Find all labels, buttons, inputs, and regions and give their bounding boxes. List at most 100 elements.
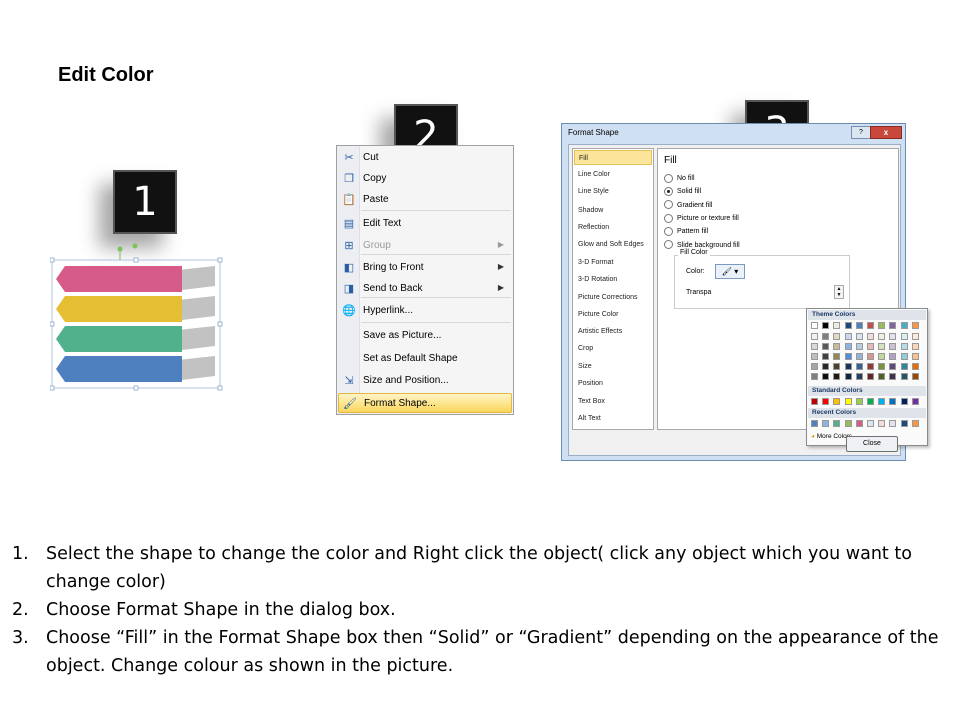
color-swatch[interactable] (900, 353, 908, 360)
nav-fill[interactable]: Fill (574, 150, 652, 165)
color-swatch[interactable] (811, 353, 818, 360)
color-swatch[interactable] (911, 322, 919, 329)
color-swatch[interactable] (844, 322, 852, 329)
color-swatch[interactable] (811, 333, 818, 340)
color-swatch[interactable] (844, 343, 852, 350)
menu-item-edit-text[interactable]: ▤ Edit Text (338, 214, 512, 234)
color-swatch[interactable] (811, 363, 818, 370)
color-swatch[interactable] (867, 343, 874, 350)
color-swatch[interactable] (811, 373, 818, 380)
nav-line-color[interactable]: Line Color (574, 167, 652, 182)
resize-handle[interactable] (50, 385, 55, 391)
color-swatch[interactable] (822, 373, 830, 380)
color-swatch[interactable] (911, 343, 919, 350)
color-swatch[interactable] (822, 363, 830, 370)
color-swatch[interactable] (889, 398, 897, 405)
color-swatch[interactable] (911, 373, 919, 380)
menu-item-group[interactable]: ⊞ Group ▶ (338, 236, 512, 256)
color-swatch[interactable] (878, 373, 886, 380)
color-swatch[interactable] (833, 420, 841, 427)
color-swatch[interactable] (878, 398, 886, 405)
resize-handle[interactable] (217, 257, 223, 263)
color-swatch[interactable] (844, 420, 852, 427)
color-swatch[interactable] (889, 353, 897, 360)
color-swatch[interactable] (867, 373, 874, 380)
color-swatch[interactable] (822, 343, 830, 350)
color-swatch[interactable] (878, 353, 886, 360)
color-swatch[interactable] (889, 373, 897, 380)
color-swatch[interactable] (889, 363, 897, 370)
radio-button[interactable] (664, 213, 673, 223)
color-swatch[interactable] (822, 353, 830, 360)
color-swatch[interactable] (844, 353, 852, 360)
fill-option-gradient-fill[interactable]: Gradient fill (664, 200, 712, 212)
nav-shadow[interactable]: Shadow (574, 203, 652, 218)
color-swatch[interactable] (811, 398, 818, 405)
radio-button[interactable] (664, 200, 673, 210)
radio-button[interactable] (664, 173, 673, 183)
nav-size[interactable]: Size (574, 359, 652, 374)
nav-reflection[interactable]: Reflection (574, 220, 652, 235)
color-swatch[interactable] (911, 398, 919, 405)
color-swatch[interactable] (844, 363, 852, 370)
color-swatch[interactable] (911, 353, 919, 360)
help-button[interactable]: ? (851, 126, 871, 139)
radio-button[interactable] (664, 186, 673, 196)
color-swatch[interactable] (867, 363, 874, 370)
menu-item-send-to-back[interactable]: ◨ Send to Back ▶ (338, 279, 512, 299)
close-window-button[interactable]: x (870, 126, 902, 139)
nav-crop[interactable]: Crop (574, 341, 652, 356)
nav-picture-corrections[interactable]: Picture Corrections (574, 290, 652, 305)
color-swatch[interactable] (855, 373, 863, 380)
resize-handle[interactable] (133, 385, 139, 391)
color-swatch[interactable] (900, 343, 908, 350)
fill-option-picture-or-texture-fill[interactable]: Picture or texture fill (664, 213, 739, 225)
color-swatch[interactable] (867, 322, 874, 329)
color-swatch[interactable] (811, 343, 818, 350)
color-swatch[interactable] (833, 322, 841, 329)
selected-shape-group[interactable] (50, 242, 230, 392)
color-swatch[interactable] (833, 373, 841, 380)
color-swatch[interactable] (855, 353, 863, 360)
color-picker-button[interactable]: 🖌 ▾ (715, 264, 745, 279)
color-swatch[interactable] (867, 333, 874, 340)
color-swatch[interactable] (855, 322, 863, 329)
menu-item-format-shape[interactable]: 🖌 Format Shape... (338, 393, 512, 413)
menu-item-cut[interactable]: ✂ Cut (338, 148, 512, 168)
color-swatch[interactable] (900, 420, 908, 427)
color-swatch[interactable] (855, 398, 863, 405)
color-swatch[interactable] (833, 363, 841, 370)
nav-position[interactable]: Position (574, 376, 652, 391)
color-swatch[interactable] (911, 333, 919, 340)
color-swatch[interactable] (833, 353, 841, 360)
menu-item-set-as-default-shape[interactable]: Set as Default Shape (338, 349, 512, 369)
nav-3-d-rotation[interactable]: 3-D Rotation (574, 272, 652, 287)
color-swatch[interactable] (822, 333, 830, 340)
color-swatch[interactable] (878, 333, 886, 340)
color-swatch[interactable] (844, 398, 852, 405)
color-swatch[interactable] (822, 398, 830, 405)
resize-handle[interactable] (133, 257, 139, 263)
color-swatch[interactable] (811, 322, 818, 329)
menu-item-copy[interactable]: ❐ Copy (338, 169, 512, 189)
color-swatch[interactable] (855, 333, 863, 340)
menu-item-paste[interactable]: 📋 Paste (338, 190, 512, 210)
color-swatch[interactable] (878, 363, 886, 370)
color-swatch[interactable] (855, 343, 863, 350)
nav-artistic-effects[interactable]: Artistic Effects (574, 324, 652, 339)
color-swatch[interactable] (867, 398, 874, 405)
transparency-spinner[interactable]: ▲ ▼ (834, 285, 844, 299)
color-swatch[interactable] (867, 353, 874, 360)
color-swatch[interactable] (844, 373, 852, 380)
radio-button[interactable] (664, 226, 673, 236)
nav-alt-text[interactable]: Alt Text (574, 411, 652, 426)
nav-text-box[interactable]: Text Box (574, 394, 652, 409)
fill-option-solid-fill[interactable]: Solid fill (664, 186, 701, 198)
color-swatch[interactable] (833, 343, 841, 350)
resize-handle[interactable] (50, 321, 55, 327)
color-swatch[interactable] (900, 363, 908, 370)
color-swatch[interactable] (822, 420, 830, 427)
color-swatch[interactable] (911, 420, 919, 427)
fill-option-no-fill[interactable]: No fill (664, 173, 695, 185)
menu-item-save-as-picture[interactable]: Save as Picture... (338, 326, 512, 346)
